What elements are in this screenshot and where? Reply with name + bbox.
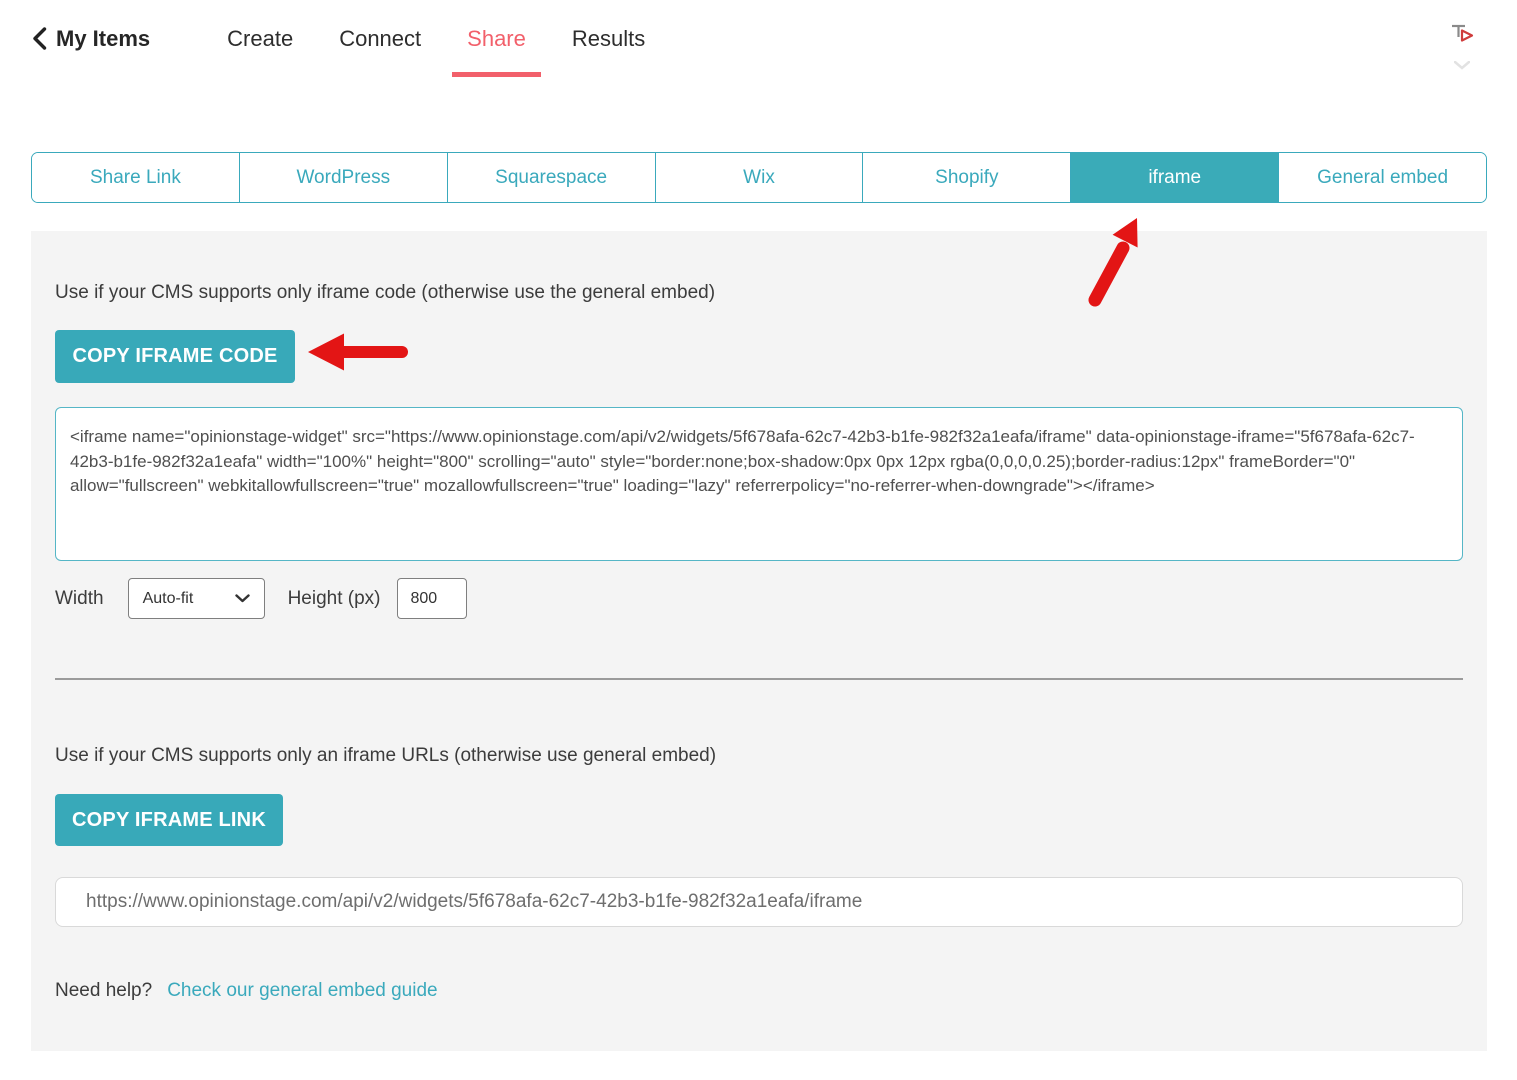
tab-wordpress[interactable]: WordPress (239, 153, 447, 202)
iframe-code-textarea[interactable]: <iframe name="opinionstage-widget" src="… (55, 407, 1463, 561)
top-navigation-bar: My Items Create Connect Share Results (0, 0, 1517, 77)
iframe-share-panel: Use if your CMS supports only iframe cod… (31, 231, 1487, 1051)
tab-general-embed[interactable]: General embed (1278, 153, 1486, 202)
primary-nav: Create Connect Share Results (196, 0, 660, 77)
height-label: Height (px) (288, 588, 381, 610)
share-destination-tabs: Share Link WordPress Squarespace Wix Sho… (31, 152, 1487, 203)
nav-item-connect[interactable]: Connect (324, 0, 436, 77)
iframe-link-instruction: Use if your CMS supports only an iframe … (55, 745, 1463, 767)
section-divider (55, 678, 1463, 680)
nav-item-create[interactable]: Create (212, 0, 308, 77)
width-select-value: Auto-fit (143, 590, 194, 608)
tab-iframe[interactable]: iframe (1070, 153, 1278, 202)
nav-item-share[interactable]: Share (452, 0, 541, 77)
height-input[interactable] (397, 578, 467, 619)
need-help-text: Need help? (55, 980, 152, 1002)
help-row: Need help? Check our general embed guide (55, 980, 1463, 1002)
iframe-code-instruction: Use if your CMS supports only iframe cod… (55, 282, 1463, 304)
copy-iframe-link-button[interactable]: COPY IFRAME LINK (55, 794, 283, 846)
tab-wix[interactable]: Wix (655, 153, 863, 202)
nav-item-results[interactable]: Results (557, 0, 660, 77)
back-to-my-items-button[interactable]: My Items (32, 0, 150, 77)
width-label: Width (55, 588, 104, 610)
size-controls-row: Width Auto-fit Height (px) (55, 578, 1463, 619)
red-arrow-left-icon (308, 332, 410, 372)
red-arrow-up-right-icon (1083, 212, 1153, 312)
back-label: My Items (56, 26, 150, 52)
chevron-down-hint-icon (1454, 61, 1470, 70)
general-embed-guide-link[interactable]: Check our general embed guide (167, 980, 437, 1002)
width-select[interactable]: Auto-fit (128, 578, 265, 619)
tab-shopify[interactable]: Shopify (862, 153, 1070, 202)
iframe-url-input[interactable] (55, 877, 1463, 927)
tab-squarespace[interactable]: Squarespace (447, 153, 655, 202)
chevron-down-icon (235, 594, 250, 603)
copy-iframe-code-button[interactable]: COPY IFRAME CODE (55, 330, 295, 383)
chevron-left-icon (32, 27, 47, 50)
tab-share-link[interactable]: Share Link (32, 153, 239, 202)
text-pointer-icon[interactable] (1448, 20, 1475, 47)
